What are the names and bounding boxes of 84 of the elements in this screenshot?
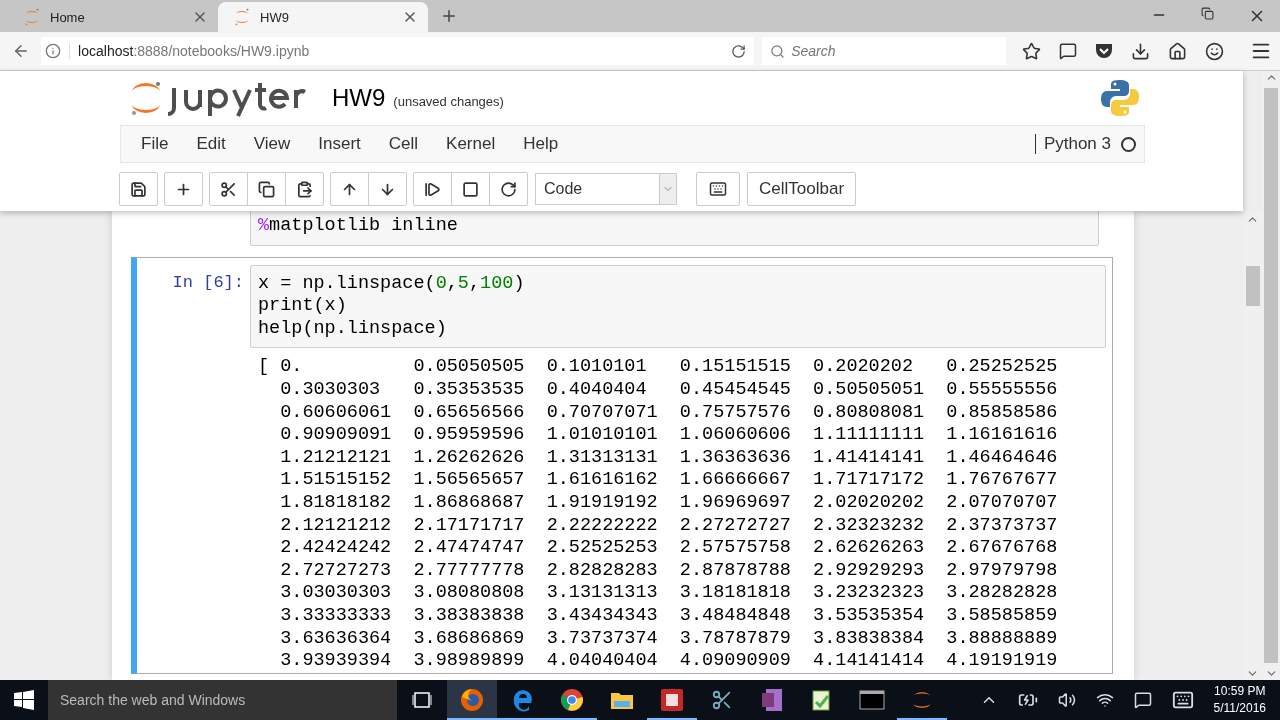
volume-icon[interactable] <box>1057 691 1076 709</box>
output-line: 1.81818182 1.86868687 1.91919192 1.96969697 2.02020202 2.07070707 <box>279 491 1059 515</box>
scrollbar-thumb[interactable] <box>1245 266 1260 306</box>
smiley-icon[interactable] <box>1205 41 1224 61</box>
clock[interactable]: 10:59 PM 5/11/2016 <box>1213 683 1266 717</box>
output-line: 2.72727273 2.77777778 2.82828283 2.87878788 2.92929293 2.97979798 <box>279 559 1059 583</box>
stop-icon <box>462 180 479 198</box>
time-text: 10:59 PM <box>1214 683 1266 700</box>
code-input[interactable]: x = np.linspace(0,5,100) print(x) help(np.linspace) <box>250 264 1106 349</box>
browser-tab[interactable]: Home <box>8 2 218 32</box>
download-icon[interactable] <box>1131 41 1150 61</box>
wifi-icon[interactable] <box>1095 691 1114 709</box>
output-line: 2.12121212 2.17171717 2.22222222 2.27272727 2.32323232 2.37373737 <box>279 514 1059 538</box>
address-bar[interactable]: localhost:8888/notebooks/HW9.ipynb <box>41 37 755 65</box>
toolbar-button[interactable] <box>285 172 324 206</box>
browser-tab[interactable]: HW9 <box>218 2 428 32</box>
notebook-title[interactable]: HW9 <box>332 84 386 112</box>
cell-type-select[interactable]: Code <box>535 173 677 205</box>
output-line: 3.33333333 3.38383838 3.43434343 3.48484848 3.53535354 3.58585859 <box>279 604 1059 628</box>
jupyter-logo-icon <box>234 7 250 27</box>
keyboard-icon[interactable] <box>1171 689 1194 711</box>
reader-list-icon[interactable] <box>1059 42 1077 60</box>
info-icon[interactable] <box>45 43 62 59</box>
windows-logo-icon <box>14 690 34 710</box>
menu-item[interactable]: Insert <box>304 134 375 154</box>
copy-icon <box>258 180 275 198</box>
output-line: 1.21212121 1.26262626 1.31313131 1.36363636 1.41414141 1.46464646 <box>279 446 1059 470</box>
new-tab-icon[interactable] <box>440 7 458 25</box>
url-text: localhost:8888/notebooks/HW9.ipynb <box>69 43 724 59</box>
search-field[interactable]: Search <box>762 37 1006 65</box>
python-logo-icon <box>1101 79 1139 117</box>
step-forward-icon <box>424 180 441 198</box>
jupyter-logo-icon <box>24 7 40 27</box>
celltoolbar-button[interactable]: CellToolbar <box>747 172 857 206</box>
date-text: 5/11/2016 <box>1213 700 1266 717</box>
output-line: 3.03030303 3.08080808 3.13131313 3.18181818 3.23232323 3.28282828 <box>279 582 1059 605</box>
cut-icon <box>220 180 237 198</box>
toolbar-button[interactable] <box>413 172 452 206</box>
restart-icon <box>500 180 517 198</box>
keyboard-icon <box>709 180 727 198</box>
restore-icon[interactable] <box>1201 7 1214 20</box>
bookmark-star-icon[interactable] <box>1022 41 1041 61</box>
reload-icon[interactable] <box>731 43 747 59</box>
toolbar-button[interactable] <box>247 172 286 206</box>
output-line: 3.63636364 3.68686869 3.73737374 3.78787879 3.83838384 3.88888889 <box>279 627 1059 651</box>
pocket-icon[interactable] <box>1095 42 1113 60</box>
toolbar-button[interactable] <box>119 172 158 206</box>
output-line: 0.60606061 0.65656566 0.70707071 0.75757576 0.80808081 0.85858586 <box>279 401 1059 425</box>
code-line: help(np.linspace) <box>258 317 448 341</box>
code-input[interactable]: %matplotlib inline <box>250 211 1099 246</box>
menu-item[interactable]: Kernel <box>432 134 510 154</box>
toolbar-button[interactable] <box>209 172 248 206</box>
menu-item[interactable]: View <box>239 134 305 154</box>
firefox-icon[interactable] <box>447 680 497 720</box>
toolbar-button[interactable] <box>451 172 490 206</box>
taskbar-search-field[interactable]: Search the web and Windows <box>48 680 397 720</box>
notification-icon[interactable] <box>1133 691 1152 709</box>
home-icon[interactable] <box>1168 41 1187 61</box>
cell-prompt: In [6]: <box>171 271 244 294</box>
menu-item[interactable]: Cell <box>374 134 433 154</box>
tab-title: Home <box>50 9 86 25</box>
search-icon <box>770 43 786 59</box>
output-line: [ 0. 0.05050505 0.1010101 0.15151515 0.2020202 0.25252525 <box>257 356 1059 379</box>
code-line: print(x) <box>258 295 348 318</box>
kernel-name: Python 3 <box>1034 134 1111 154</box>
save-status: (unsaved changes) <box>393 93 504 109</box>
toolbar-button[interactable] <box>330 172 369 206</box>
menu-item[interactable]: Help <box>509 134 573 154</box>
toolbar-button[interactable] <box>489 172 528 206</box>
menu-item[interactable]: Edit <box>182 134 240 154</box>
scrollbar-thumb[interactable] <box>1264 88 1278 663</box>
output-line: 0.90909091 0.95959596 1.01010101 1.06060606 1.11111111 1.16161616 <box>279 424 1059 447</box>
paste-icon <box>296 180 313 198</box>
save-icon <box>130 180 147 198</box>
output-line: 1.51515152 1.56565657 1.61616162 1.66666667 1.71717172 1.76767677 <box>279 469 1059 492</box>
keyboard-button[interactable] <box>696 172 740 206</box>
output-line: 0.3030303 0.35353535 0.4040404 0.45454545 0.50505051 0.55555556 <box>279 378 1059 402</box>
code-line: x = np.linspace(0,5,100) <box>258 272 526 296</box>
tab-title: HW9 <box>260 9 290 25</box>
menu-item[interactable]: File <box>127 134 183 154</box>
output-line: 2.42424242 2.47474747 2.52525253 2.57575758 2.62626263 2.67676768 <box>279 537 1059 560</box>
selected-cell[interactable] <box>131 256 1113 674</box>
output-line: 3.93939394 3.98989899 4.04040404 4.09090909 4.14141414 4.19191919 <box>279 650 1059 673</box>
code-line: %matplotlib inline <box>258 215 459 238</box>
